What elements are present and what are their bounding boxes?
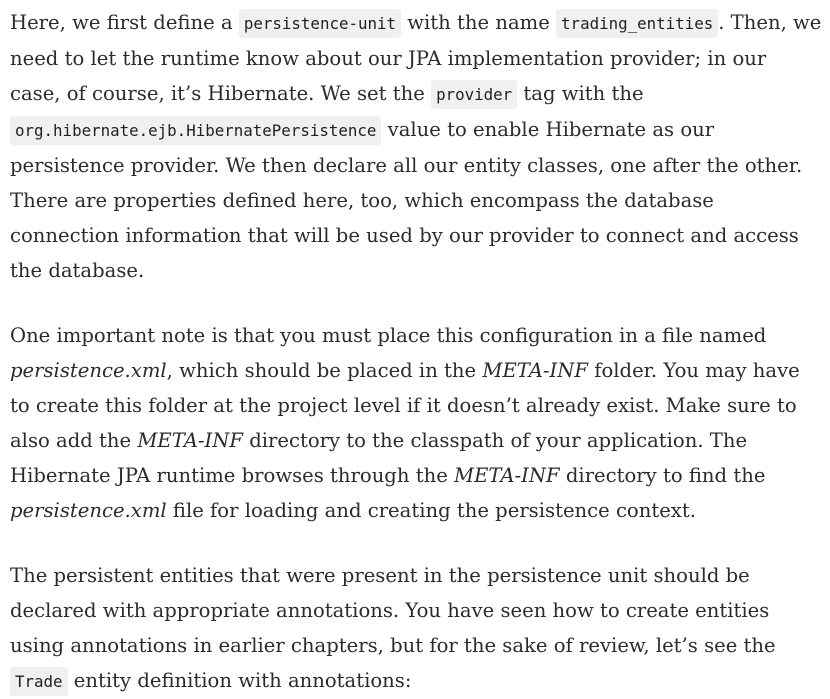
- document-body: Here, we first define a persistence-unit…: [10, 5, 822, 699]
- text: , which should be placed in the: [166, 359, 483, 382]
- emphasis-folder: META-INF: [482, 359, 588, 382]
- emphasis-filename: persistence.xml: [10, 499, 167, 522]
- text: entity definition with annotations:: [67, 669, 412, 692]
- inline-code-persistence-unit: persistence-unit: [238, 9, 402, 38]
- inline-code-hibernate-persistence: org.hibernate.ejb.HibernatePersistence: [10, 116, 382, 145]
- inline-code-trade: Trade: [10, 667, 68, 696]
- paragraph-important-note: One important note is that you must plac…: [10, 318, 822, 528]
- text: One important note is that you must plac…: [10, 324, 767, 347]
- text: The persistent entities that were presen…: [10, 564, 776, 657]
- paragraph-persistent-entities: The persistent entities that were presen…: [10, 558, 822, 699]
- emphasis-filename: persistence.xml: [10, 359, 167, 382]
- text: Here, we first define a: [10, 11, 239, 34]
- text: with the name: [401, 11, 557, 34]
- text: tag with the: [517, 82, 644, 105]
- emphasis-folder: META-INF: [137, 429, 243, 452]
- text: directory to find the: [559, 464, 766, 487]
- inline-code-trading-entities: trading_entities: [556, 9, 719, 38]
- paragraph-persistence-unit: Here, we first define a persistence-unit…: [10, 5, 822, 288]
- inline-code-provider: provider: [431, 80, 518, 109]
- emphasis-folder: META-INF: [454, 464, 560, 487]
- text: file for loading and creating the persis…: [166, 499, 696, 522]
